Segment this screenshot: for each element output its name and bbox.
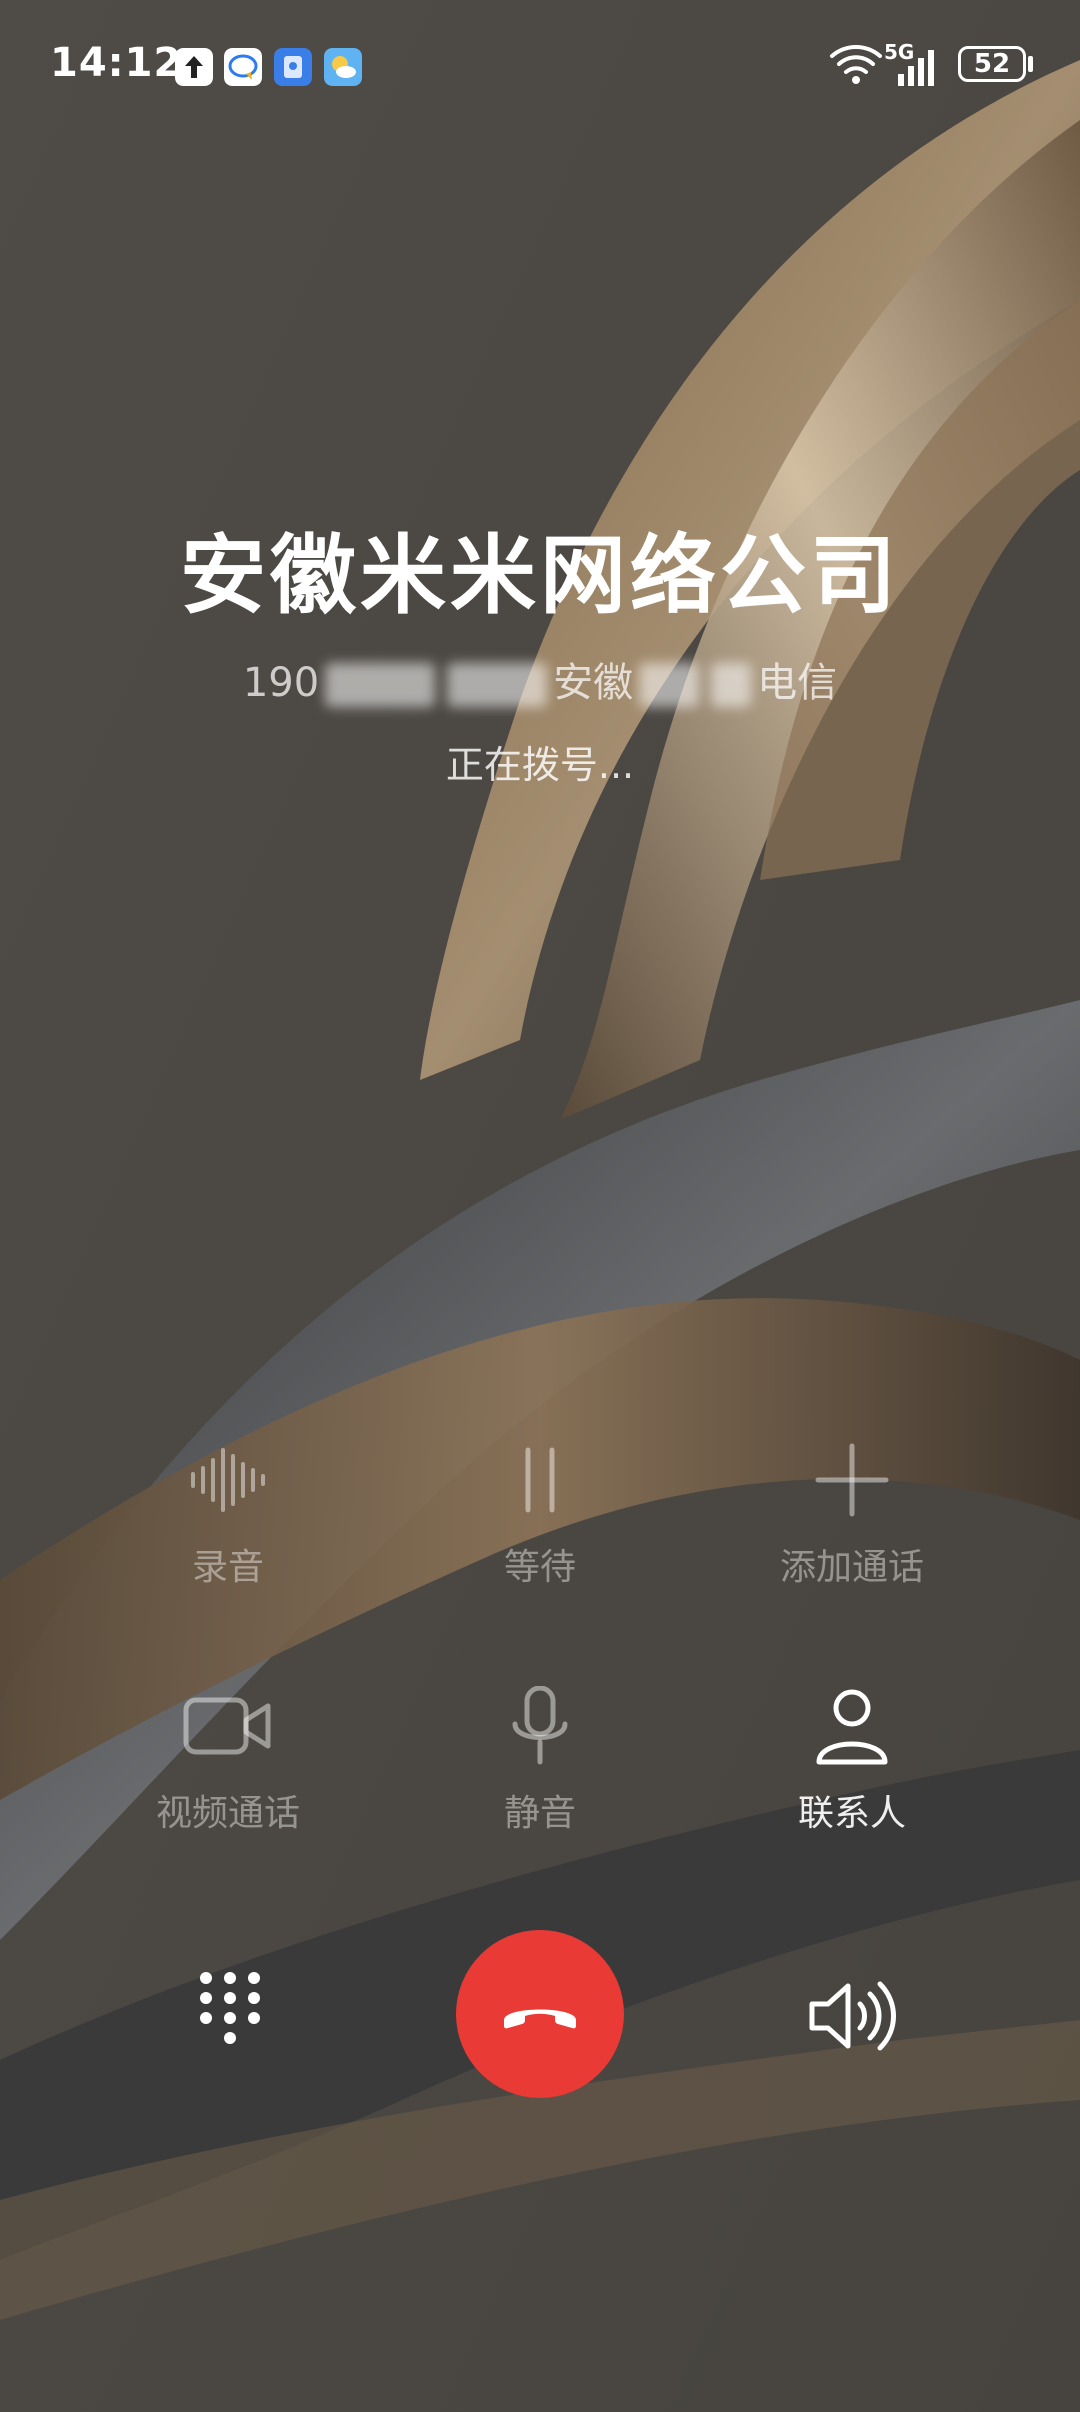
upload-icon xyxy=(175,48,213,86)
caller-region: 安徽 xyxy=(553,660,634,706)
call-status: 正在拨号... xyxy=(445,743,635,787)
caller-number-prefix: 190 xyxy=(242,660,320,706)
mute-label: 静音 xyxy=(503,1793,576,1834)
record-icon xyxy=(191,1448,265,1512)
redacted-block xyxy=(325,663,436,707)
record-label: 录音 xyxy=(191,1547,264,1588)
caller-name: 安徽米米网络公司 xyxy=(180,526,900,626)
chat-icon xyxy=(224,48,262,86)
wifi-icon xyxy=(830,45,882,84)
contacts-label: 联系人 xyxy=(797,1793,906,1834)
caller-carrier: 电信 xyxy=(757,660,838,706)
mute-icon xyxy=(512,1686,568,1765)
redacted-block xyxy=(639,663,700,707)
speaker-icon[interactable] xyxy=(806,1976,896,2056)
battery-tip xyxy=(1028,56,1033,72)
contacts-button[interactable]: 联系人 xyxy=(696,1686,1008,1836)
video-call-button[interactable]: 视频通话 xyxy=(72,1686,384,1836)
redacted-block xyxy=(711,663,752,707)
caller-number-line: 190 安徽 电信 xyxy=(0,650,1080,708)
signal-icon xyxy=(898,50,934,86)
hold-button[interactable]: 等待 xyxy=(384,1440,696,1590)
add-call-label: 添加通话 xyxy=(779,1547,924,1588)
redacted-block xyxy=(447,663,548,707)
weather-icon xyxy=(324,48,362,86)
add-call-icon xyxy=(815,1443,889,1517)
contacts-icon xyxy=(816,1689,888,1765)
battery-icon: 52 xyxy=(958,46,1026,82)
add-call-button[interactable]: 添加通话 xyxy=(696,1440,1008,1590)
status-time: 14:12 xyxy=(50,40,183,86)
hang-up-button[interactable] xyxy=(456,1930,624,2098)
battery-level: 52 xyxy=(973,49,1011,79)
hang-up-icon xyxy=(504,2009,576,2029)
hold-label: 等待 xyxy=(503,1547,576,1588)
mute-button[interactable]: 静音 xyxy=(384,1686,696,1836)
record-button[interactable]: 录音 xyxy=(72,1440,384,1590)
hold-icon xyxy=(525,1447,555,1513)
security-icon xyxy=(274,48,312,86)
status-bar: 14:12 5G 52 xyxy=(0,0,1080,136)
dialpad-icon[interactable] xyxy=(190,1968,270,2048)
video-call-icon xyxy=(183,1697,271,1755)
video-call-label: 视频通话 xyxy=(155,1793,300,1834)
